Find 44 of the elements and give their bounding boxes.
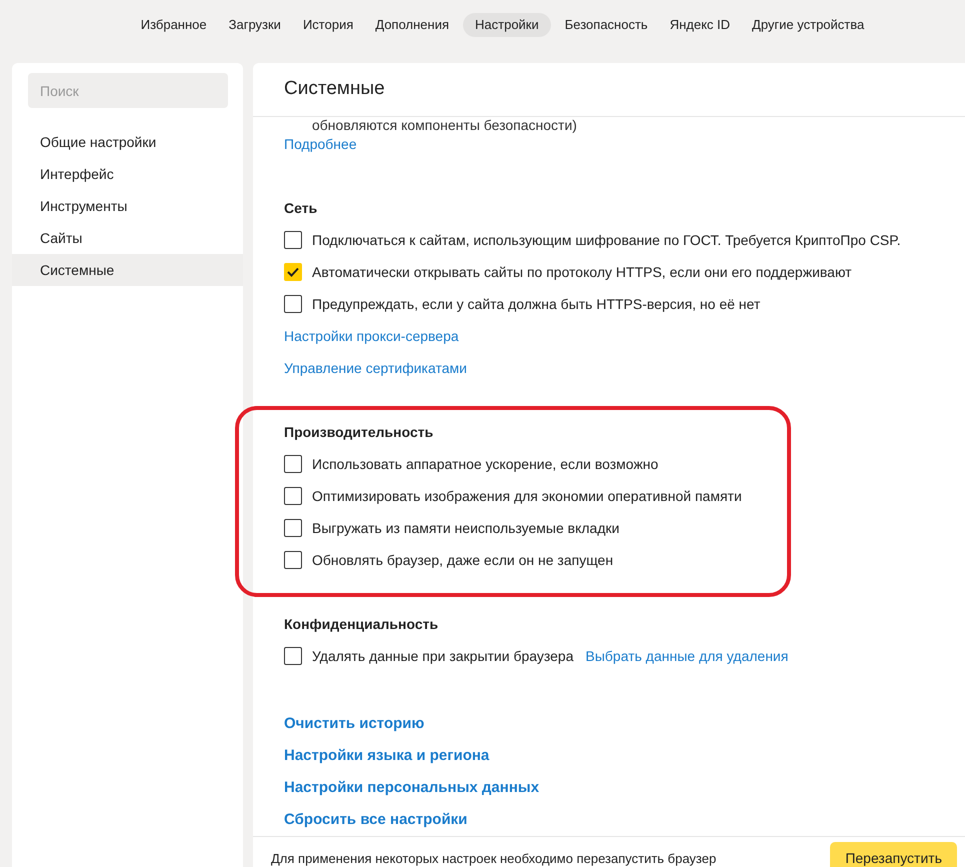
settings-link[interactable]: Очистить историю — [284, 712, 424, 736]
page-title: Системные — [284, 77, 385, 102]
description-text: обновляются компоненты безопасности) — [311, 117, 577, 133]
checkbox[interactable] — [284, 231, 302, 249]
section-heading: Сеть — [284, 198, 318, 218]
settings-link[interactable]: Выбрать данные для удаления — [586, 646, 788, 666]
checkbox-label: Автоматически открывать сайты по протоколу HTTPS, если они его поддерживают — [312, 262, 852, 282]
checkbox-label: Выгружать из памяти неиспользуемые вкладки — [312, 518, 620, 538]
settings-link[interactable]: Подробнее — [284, 134, 357, 154]
checkbox[interactable] — [284, 487, 302, 505]
checkbox[interactable] — [284, 551, 302, 569]
restart-button[interactable]: Перезапустить — [830, 842, 957, 867]
checkbox-label: Обновлять браузер, даже если он не запущен — [312, 550, 614, 570]
checkbox-label: Предупреждать, если у сайта должна быть HTTPS-версия, но её нет — [312, 294, 760, 314]
restart-message: Для применения некоторых настроек необходимо перезапустить браузер — [271, 850, 716, 867]
sidebar-item[interactable]: Инструменты — [12, 190, 243, 222]
checkbox[interactable] — [284, 519, 302, 537]
nav-tab[interactable]: Избранное — [132, 13, 215, 37]
checkbox[interactable] — [284, 295, 302, 313]
checkbox[interactable] — [284, 455, 302, 473]
settings-link[interactable]: Настройки прокси-сервера — [284, 326, 459, 346]
checkbox-label: Оптимизировать изображения для экономии оперативной памяти — [312, 486, 742, 506]
nav-tab[interactable]: Настройки — [463, 13, 551, 37]
settings-link[interactable]: Управление сертификатами — [284, 358, 467, 378]
search-field[interactable]: Поиск — [28, 73, 228, 108]
nav-tab[interactable]: Дополнения — [367, 13, 458, 37]
checkbox-label: Подключаться к сайтам, использующим шифрование по ГОСТ. Требуется КриптоПро CSP. — [312, 230, 901, 250]
settings-link[interactable]: Настройки персональных данных — [284, 776, 540, 800]
checkbox-label: Использовать аппаратное ускорение, если возможно — [312, 454, 658, 474]
settings-link[interactable]: Сбросить все настройки — [284, 808, 468, 832]
section-heading: Производительность — [284, 422, 434, 442]
settings-link[interactable]: Настройки языка и региона — [284, 744, 490, 768]
nav-tab[interactable]: Другие устройства — [744, 13, 872, 37]
section-heading: Конфиденциальность — [284, 614, 438, 634]
sidebar-item[interactable]: Общие настройки — [12, 126, 243, 158]
checkbox-label: Удалять данные при закрытии браузера — [312, 646, 574, 666]
nav-tab[interactable]: Загрузки — [220, 13, 289, 37]
sidebar-item[interactable]: Системные — [12, 254, 243, 286]
nav-tab[interactable]: Яндекс ID — [662, 13, 738, 37]
checkbox[interactable] — [284, 647, 302, 665]
sidebar-item[interactable]: Сайты — [12, 222, 243, 254]
nav-tab[interactable]: Безопасность — [556, 13, 656, 37]
nav-tab[interactable]: История — [294, 13, 362, 37]
sidebar-item[interactable]: Интерфейс — [12, 158, 243, 190]
